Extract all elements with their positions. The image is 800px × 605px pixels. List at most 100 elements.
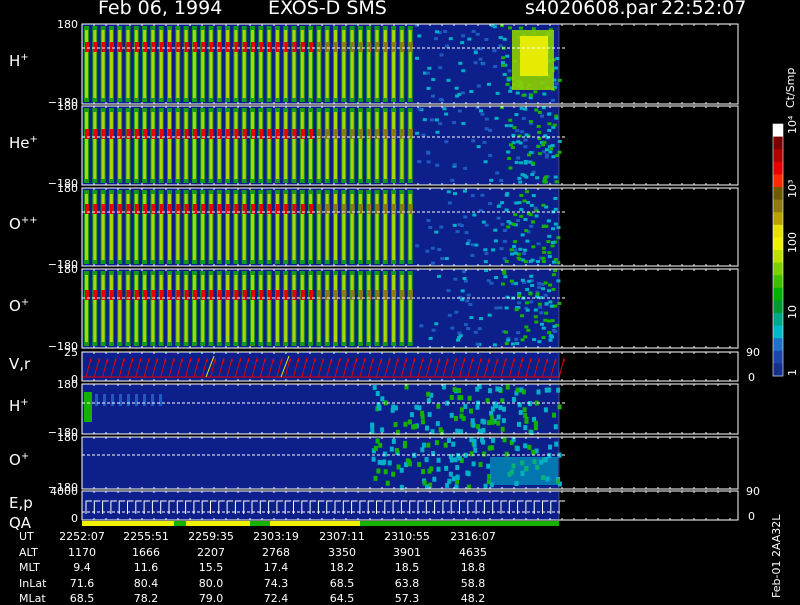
scatter-cell (434, 322, 439, 326)
scatter-cell (520, 173, 525, 177)
scatter-cell (434, 30, 439, 34)
spectral-core (192, 112, 196, 179)
spectral-core (392, 194, 396, 260)
header-date: Feb 06, 1994 (98, 0, 223, 19)
scatter-cell (541, 260, 546, 264)
scatter-cell (480, 112, 485, 116)
scatter-cell (493, 65, 498, 69)
scatter-cell (543, 281, 548, 285)
ephemeris-value: 2252:07 (59, 530, 105, 543)
scatter-cell (458, 334, 463, 338)
spectral-core (101, 112, 105, 179)
spectral-core (334, 112, 337, 179)
ephemeris-value: 9.4 (73, 561, 91, 574)
spectral-core (392, 30, 396, 98)
scatter-cell (521, 116, 526, 120)
scatter-cell (458, 429, 463, 435)
scatter-cell (557, 140, 562, 144)
scatter-cell (556, 261, 561, 265)
right-axis-top-vr: 90 (746, 346, 760, 359)
scatter-cell (551, 155, 556, 159)
spectral-core (325, 30, 329, 98)
scatter-cell (502, 37, 507, 41)
scatter-cell (512, 126, 517, 130)
ephemeris-value: 18.8 (460, 561, 486, 574)
scatter-cell (486, 279, 491, 283)
qa-bar (250, 521, 270, 526)
spectral-peak (226, 42, 231, 52)
scatter-cell (500, 201, 505, 205)
scatter-cell (506, 338, 511, 342)
scatter-cell (520, 233, 525, 237)
colorbar-tick: 10³ (786, 179, 799, 198)
spectral-core (375, 275, 379, 342)
scatter-cell (459, 413, 464, 419)
scatter-cell (426, 86, 431, 90)
scatter-cell (414, 404, 419, 410)
scatter-cell (548, 300, 553, 304)
scatter-cell (483, 160, 488, 164)
scatter-cell (473, 447, 478, 453)
scatter-cell (541, 336, 546, 340)
scatter-cell (473, 51, 478, 55)
scatter-cell (415, 131, 420, 135)
scatter-cell (541, 326, 546, 330)
y-axis-top-h-plus-2: 180 (57, 378, 78, 391)
scatter-cell (439, 225, 444, 229)
scatter-cell (517, 421, 522, 427)
scatter-cell (539, 322, 544, 326)
spectral-core (85, 275, 88, 342)
spectral-core (251, 194, 254, 260)
spectral-core (259, 112, 263, 179)
ephemeris-value: 74.3 (263, 576, 289, 590)
scatter-cell (452, 223, 457, 227)
spectral-core (317, 30, 321, 98)
spectral-core (143, 194, 147, 260)
ephemeris-row-label: ALT (19, 545, 38, 559)
scatter-cell (506, 220, 511, 224)
early-cell (95, 394, 98, 406)
scatter-cell (461, 121, 466, 125)
scatter-cell (452, 387, 457, 393)
spectral-core (118, 30, 122, 98)
scatter-cell (537, 285, 542, 289)
colorbar-segment (773, 350, 783, 364)
scatter-cell (518, 409, 523, 415)
scatter-cell (460, 91, 465, 95)
panel-label-h-plus-2: H+ (9, 397, 29, 415)
scatter-cell (370, 422, 375, 428)
scatter-cell (546, 387, 551, 393)
scatter-cell (547, 122, 552, 126)
spectral-core (234, 30, 238, 98)
scatter-cell (507, 69, 512, 73)
scatter-cell (483, 483, 488, 489)
scatter-cell (506, 225, 511, 229)
scatter-cell (450, 326, 455, 330)
plot-canvas (81, 23, 784, 526)
spectral-core (350, 194, 354, 260)
scatter-cell (377, 459, 382, 465)
spectral-core (251, 30, 254, 98)
scatter-cell (523, 335, 528, 339)
scatter-cell (530, 161, 535, 165)
scatter-cell (489, 178, 494, 182)
ephemeris-value: 1170 (68, 545, 96, 559)
scatter-cell (526, 200, 531, 204)
spectral-core (184, 112, 188, 179)
scatter-cell (524, 229, 529, 233)
spectral-core (251, 112, 254, 179)
scatter-cell (407, 419, 412, 425)
panel-label-he-plus: He+ (9, 133, 38, 152)
scatter-cell (519, 207, 524, 211)
scatter-cell (544, 302, 549, 306)
spectral-core (226, 275, 230, 342)
scatter-cell (457, 92, 462, 96)
scatter-cell (486, 82, 491, 86)
scatter-cell (449, 457, 454, 463)
spectral-core (350, 112, 354, 179)
scatter-cell (531, 245, 536, 249)
scatter-cell (526, 153, 531, 157)
spectral-core (334, 275, 337, 342)
scatter-cell (376, 468, 381, 474)
scatter-cell (544, 148, 549, 152)
